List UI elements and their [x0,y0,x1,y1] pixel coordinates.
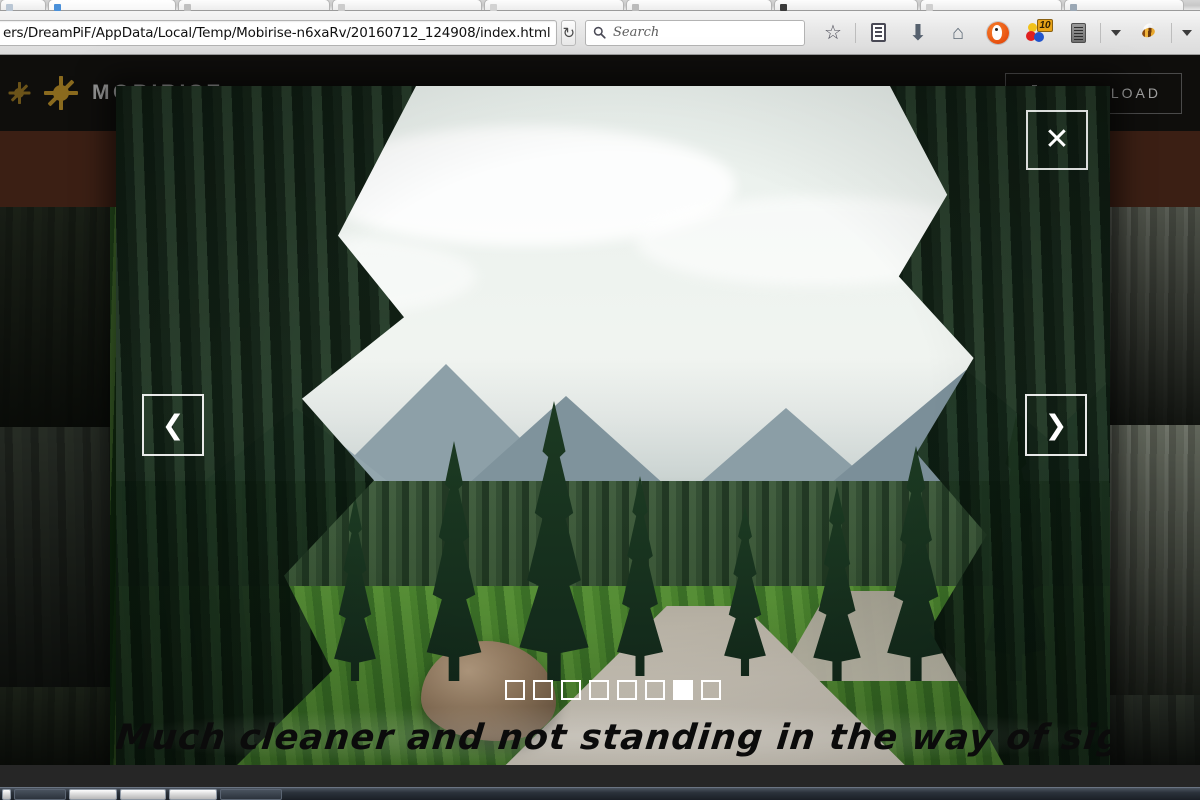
star-icon: ☆ [824,21,842,44]
reading-list-button[interactable] [858,15,898,51]
gallery-tile-4[interactable] [1108,207,1200,425]
windows-taskbar[interactable] [0,787,1200,800]
gallery-tile-5[interactable] [1108,425,1200,695]
reload-button[interactable]: ↻ [561,19,577,46]
tab-favicon [632,4,639,11]
slide-indicators[interactable] [116,680,1110,700]
slide-indicator-4[interactable] [589,680,609,700]
tab-favicon [780,4,787,11]
close-button[interactable]: ✕ [1026,110,1088,170]
tab-favicon [1070,4,1077,11]
browser-tab-5[interactable] [484,0,624,11]
lightbox-modal: ✕ ❮ ❯ Much cleaner and not standing in t… [116,86,1110,766]
download-arrow-icon: ⬇ [908,19,928,45]
slide-indicator-5[interactable] [617,680,637,700]
toolbar-icon-group: ☆ ⬇ ⌂ 10 [813,15,1200,51]
browser-tab-8[interactable] [920,0,1062,11]
lightbox-caption: Much cleaner and not standing in the way… [116,718,1110,758]
search-input[interactable]: Search [585,19,806,46]
toolbar-divider [855,22,857,43]
address-bar-text: ers/DreamPiF/AppData/Local/Temp/Mobirise… [3,24,551,41]
taskbar-item-1[interactable] [2,788,11,800]
tab-favicon [54,4,61,11]
taskbar-item-3[interactable] [69,788,117,800]
sun-logo-icon [44,76,78,110]
tab-favicon [184,4,191,11]
home-icon: ⌂ [951,21,965,44]
reading-list-icon [870,23,886,42]
slide-indicator-1[interactable] [505,680,525,700]
browser-tab-7[interactable] [774,0,918,11]
bookmark-star-button[interactable]: ☆ [813,15,853,51]
desktop-background [0,765,1200,787]
sun-core [14,88,24,98]
search-placeholder: Search [613,25,660,40]
taskbar-item-2[interactable] [14,788,66,800]
toolbar-divider-3 [1171,22,1173,43]
session-list-button[interactable] [1058,15,1098,51]
adblock-blue-dot [1034,31,1045,42]
browser-tab-2[interactable] [48,0,176,11]
next-slide-button[interactable]: ❯ [1025,394,1087,456]
toolbar-divider-2 [1100,22,1102,43]
browser-tab-bar[interactable] [0,0,1200,11]
browser-navigation-toolbar: ers/DreamPiF/AppData/Local/Temp/Mobirise… [0,11,1200,55]
chevron-down-icon-2 [1182,29,1193,36]
adblock-count-badge: 10 [1037,18,1054,32]
gallery-tile-1[interactable] [0,207,118,427]
close-icon: ✕ [1044,123,1070,156]
bee-icon [1137,21,1161,42]
slide-indicator-8[interactable] [701,680,721,700]
browser-tab-4[interactable] [332,0,482,11]
chevron-down-icon [1111,29,1122,36]
slide-indicator-3[interactable] [561,680,581,700]
browser-tab-1[interactable] [0,0,46,11]
address-bar[interactable]: ers/DreamPiF/AppData/Local/Temp/Mobirise… [0,19,558,46]
slide-indicator-2[interactable] [533,680,553,700]
tab-favicon [6,4,13,11]
adblock-button[interactable]: 10 [1018,15,1058,51]
browser-tab-9[interactable] [1064,0,1184,11]
gallery-tile-3[interactable] [0,687,118,765]
browser-tab-6[interactable] [626,0,772,11]
home-button[interactable]: ⌂ [938,15,978,51]
sun-icon-small [8,82,30,104]
gallery-tile-6[interactable] [1108,695,1200,765]
session-dropdown-button[interactable] [1103,15,1129,51]
tab-favicon [490,4,497,11]
previous-slide-button[interactable]: ❮ [142,394,204,456]
search-icon [593,26,606,39]
taskbar-item-5[interactable] [169,788,217,800]
screen-root: ers/DreamPiF/AppData/Local/Temp/Mobirise… [0,0,1200,800]
gallery-tile-2[interactable] [0,427,118,687]
slide-indicator-7[interactable] [673,680,693,700]
adblock-icon: 10 [1026,18,1054,45]
reload-icon: ↻ [562,24,576,42]
list-icon [1070,22,1086,43]
taskbar-item-4[interactable] [120,788,166,800]
downloads-button[interactable]: ⬇ [898,15,938,51]
duckduckgo-icon [987,21,1010,44]
browser-tab-3[interactable] [178,0,330,11]
taskbar-item-6[interactable] [220,788,282,800]
duckduckgo-button[interactable] [978,15,1018,51]
firebug-dropdown-button[interactable] [1174,15,1200,51]
firebug-button[interactable] [1129,15,1169,51]
slide-indicator-6[interactable] [645,680,665,700]
tab-favicon [338,4,345,11]
tab-favicon [926,4,933,11]
sun-core [53,85,69,101]
chevron-right-icon: ❯ [1044,409,1068,440]
chevron-left-icon: ❮ [161,409,185,440]
